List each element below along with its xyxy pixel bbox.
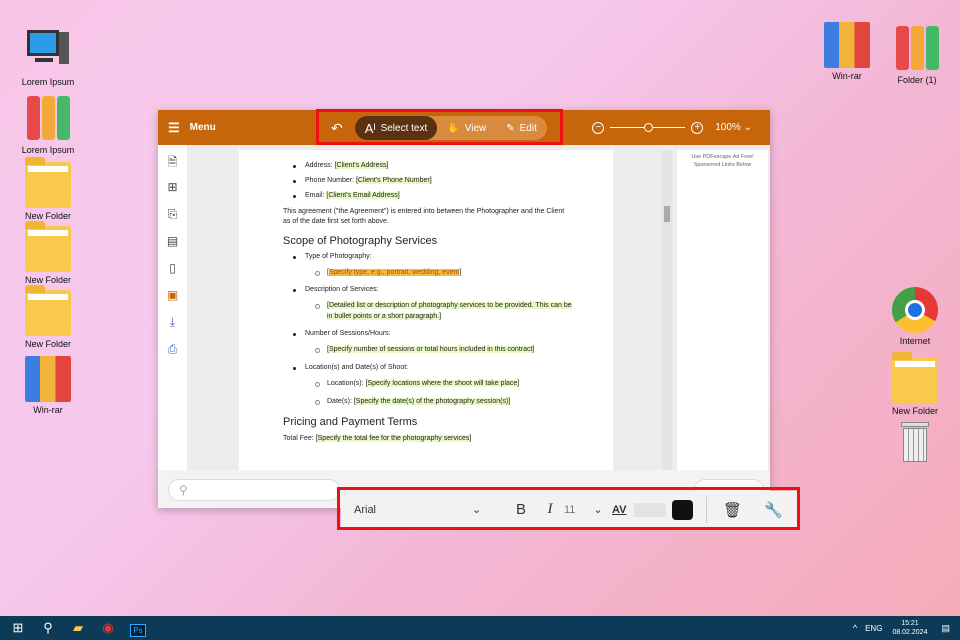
- highlight-box: [316, 109, 563, 145]
- chevron-up-icon[interactable]: ^: [853, 623, 857, 633]
- ad-text: Sponsored Links Below: [693, 161, 752, 168]
- field-client-phone[interactable]: [Client's Phone Number]: [355, 177, 432, 184]
- computer-icon: [25, 28, 71, 74]
- highlight-box: [337, 487, 800, 530]
- icon-label: Lorem Ipsum: [21, 145, 75, 155]
- sub-list-item: [Specify number of sessions or total hou…: [283, 345, 613, 356]
- list-item: Description of Services:: [283, 286, 613, 293]
- list-item: Location(s) and Date(s) of Shoot:: [283, 364, 613, 371]
- field-total-fee[interactable]: [Specify the total fee for the photograp…: [315, 434, 472, 442]
- icon-label: Lorem Ipsum: [21, 77, 75, 87]
- download-icon[interactable]: ⤓: [170, 315, 175, 333]
- chrome-icon: [892, 287, 938, 333]
- search-icon: ⚲: [179, 483, 188, 497]
- winrar-icon: [25, 356, 71, 402]
- bookmark-page-icon[interactable]: ▯: [169, 261, 176, 279]
- zoom-in-icon[interactable]: +: [691, 121, 704, 134]
- folder-icon: [25, 157, 71, 208]
- field-dates[interactable]: [Specify the date(s) of the photography …: [353, 398, 511, 406]
- desktop-icon-folder-1[interactable]: Folder (1): [882, 26, 952, 85]
- desktop-icon-internet[interactable]: Internet: [880, 287, 950, 346]
- photoshop-icon[interactable]: Ps: [123, 621, 153, 637]
- desktop-icon-new-folder[interactable]: New Folder: [13, 221, 83, 285]
- language-indicator[interactable]: ENG: [865, 624, 882, 633]
- field-client-address[interactable]: [Client's Address]: [334, 162, 389, 169]
- menu-button[interactable]: ☰ Menu: [158, 120, 216, 136]
- list-item: Number of Sessions/Hours:: [283, 330, 613, 337]
- sub-list-item: Date(s): [Specify the date(s) of the pho…: [283, 397, 613, 408]
- search-icon[interactable]: ⚲: [33, 620, 63, 636]
- add-page-icon[interactable]: ⊞: [167, 180, 177, 198]
- icon-label: Folder (1): [897, 75, 937, 85]
- sub-list-item: Location(s): [Specify locations where th…: [283, 379, 613, 390]
- windows-start-icon[interactable]: ⊞: [3, 620, 33, 636]
- hamburger-icon: ☰: [168, 119, 180, 135]
- field-client-email[interactable]: [Client's Email Address]: [326, 192, 400, 199]
- sub-list-item: [Specify type, e.g., portrait, wedding, …: [283, 268, 613, 279]
- notification-icon[interactable]: ▤: [941, 623, 950, 634]
- menu-label: Menu: [189, 122, 216, 133]
- desktop-icon-lorem-ipsum-binders[interactable]: Lorem Ipsum: [13, 96, 83, 155]
- time: 15:21: [901, 619, 919, 627]
- left-tool-sidebar: 🗎 ⊞ ⎘ ▤ ▯ ▣ ⤓ ⎙: [158, 145, 187, 470]
- trash-icon: [892, 420, 938, 466]
- taskbar: ⊞ ⚲ ▰ ◉ Ps ^ ENG 15:21 08.02.2024 ▤: [0, 616, 960, 640]
- icon-label: Win-rar: [33, 405, 63, 415]
- date: 08.02.2024: [892, 629, 928, 636]
- icon-label: New Folder: [891, 406, 938, 416]
- binders-icon: [894, 26, 940, 72]
- pdf-page: Address: [Client's Address] Phone Number…: [239, 150, 613, 470]
- desktop-icon-new-folder[interactable]: New Folder: [13, 285, 83, 349]
- desktop-icon-recycle-bin[interactable]: [880, 420, 950, 469]
- list-item: Phone Number: [Client's Phone Number]: [283, 177, 613, 184]
- field-sessions[interactable]: [Specify number of sessions or total hou…: [327, 346, 535, 354]
- zoom-level-dropdown[interactable]: 100% ⌄: [715, 122, 752, 133]
- ad-panel: Use PDFescape Ad Free! Sponsored Links Be…: [677, 150, 768, 470]
- sidebar-panel-icon[interactable]: ▤: [167, 234, 178, 252]
- desktop-icon-win-rar[interactable]: Win-rar: [812, 22, 882, 81]
- print-icon[interactable]: ⎙: [168, 342, 178, 360]
- scroll-thumb[interactable]: [664, 206, 670, 222]
- document-icon[interactable]: 🗎: [168, 153, 178, 171]
- icon-label: New Folder: [24, 339, 71, 349]
- file-explorer-icon[interactable]: ▰: [63, 620, 93, 636]
- list-item: Email: [Client's Email Address]: [283, 192, 613, 199]
- fee-line: Total Fee: [Specify the total fee for th…: [283, 434, 472, 442]
- sub-list-item: [Detailed list or description of photogr…: [283, 301, 613, 322]
- heading-pricing: Pricing and Payment Terms: [283, 415, 418, 428]
- folder-icon: [25, 221, 71, 272]
- ad-text: Use PDFescape Ad Free!: [691, 154, 754, 160]
- binders-icon: [25, 96, 71, 142]
- desktop-icon-lorem-ipsum-computer[interactable]: Lorem Ipsum: [13, 28, 83, 87]
- desktop-icon-new-folder[interactable]: New Folder: [880, 352, 950, 416]
- icon-label: New Folder: [24, 211, 71, 221]
- pdf-editor-window: ☰ Menu ↶ Aᴵ Select text ✋ View ✎ Edit − + 10…: [158, 110, 770, 508]
- list-item: Address: [Client's Address]: [283, 162, 613, 169]
- field-locations[interactable]: [Specify locations where the shoot will …: [365, 379, 520, 387]
- icon-label: Internet: [899, 336, 931, 346]
- chrome-icon[interactable]: ◉: [93, 620, 123, 636]
- desktop-icon-win-rar[interactable]: Win-rar: [13, 356, 83, 415]
- icon-label: Win-rar: [832, 71, 862, 81]
- search-input[interactable]: ⚲: [168, 479, 340, 501]
- desktop-icon-new-folder[interactable]: New Folder: [13, 157, 83, 221]
- vertical-scrollbar[interactable]: [662, 150, 672, 470]
- icon-label: New Folder: [24, 275, 71, 285]
- list-item: Type of Photography:: [283, 253, 613, 260]
- folder-icon: [25, 285, 71, 336]
- zoom-slider[interactable]: [610, 123, 686, 132]
- zoom-level: 100%: [715, 122, 741, 133]
- intro-paragraph: This agreement ("the Agreement") is ente…: [283, 208, 565, 225]
- field-description[interactable]: [Detailed list or description of photogr…: [327, 302, 572, 320]
- clock[interactable]: 15:21 08.02.2024: [892, 619, 927, 637]
- field-photography-type-selected[interactable]: Specify type, e.g., portrait, wedding, e…: [328, 268, 460, 276]
- zoom-out-icon[interactable]: −: [592, 121, 605, 134]
- folder-icon: [892, 352, 938, 403]
- rotate-page-icon[interactable]: ⎘: [168, 207, 178, 225]
- winrar-icon: [824, 22, 870, 68]
- save-icon[interactable]: ▣: [167, 288, 178, 306]
- heading-scope: Scope of Photography Services: [283, 234, 438, 247]
